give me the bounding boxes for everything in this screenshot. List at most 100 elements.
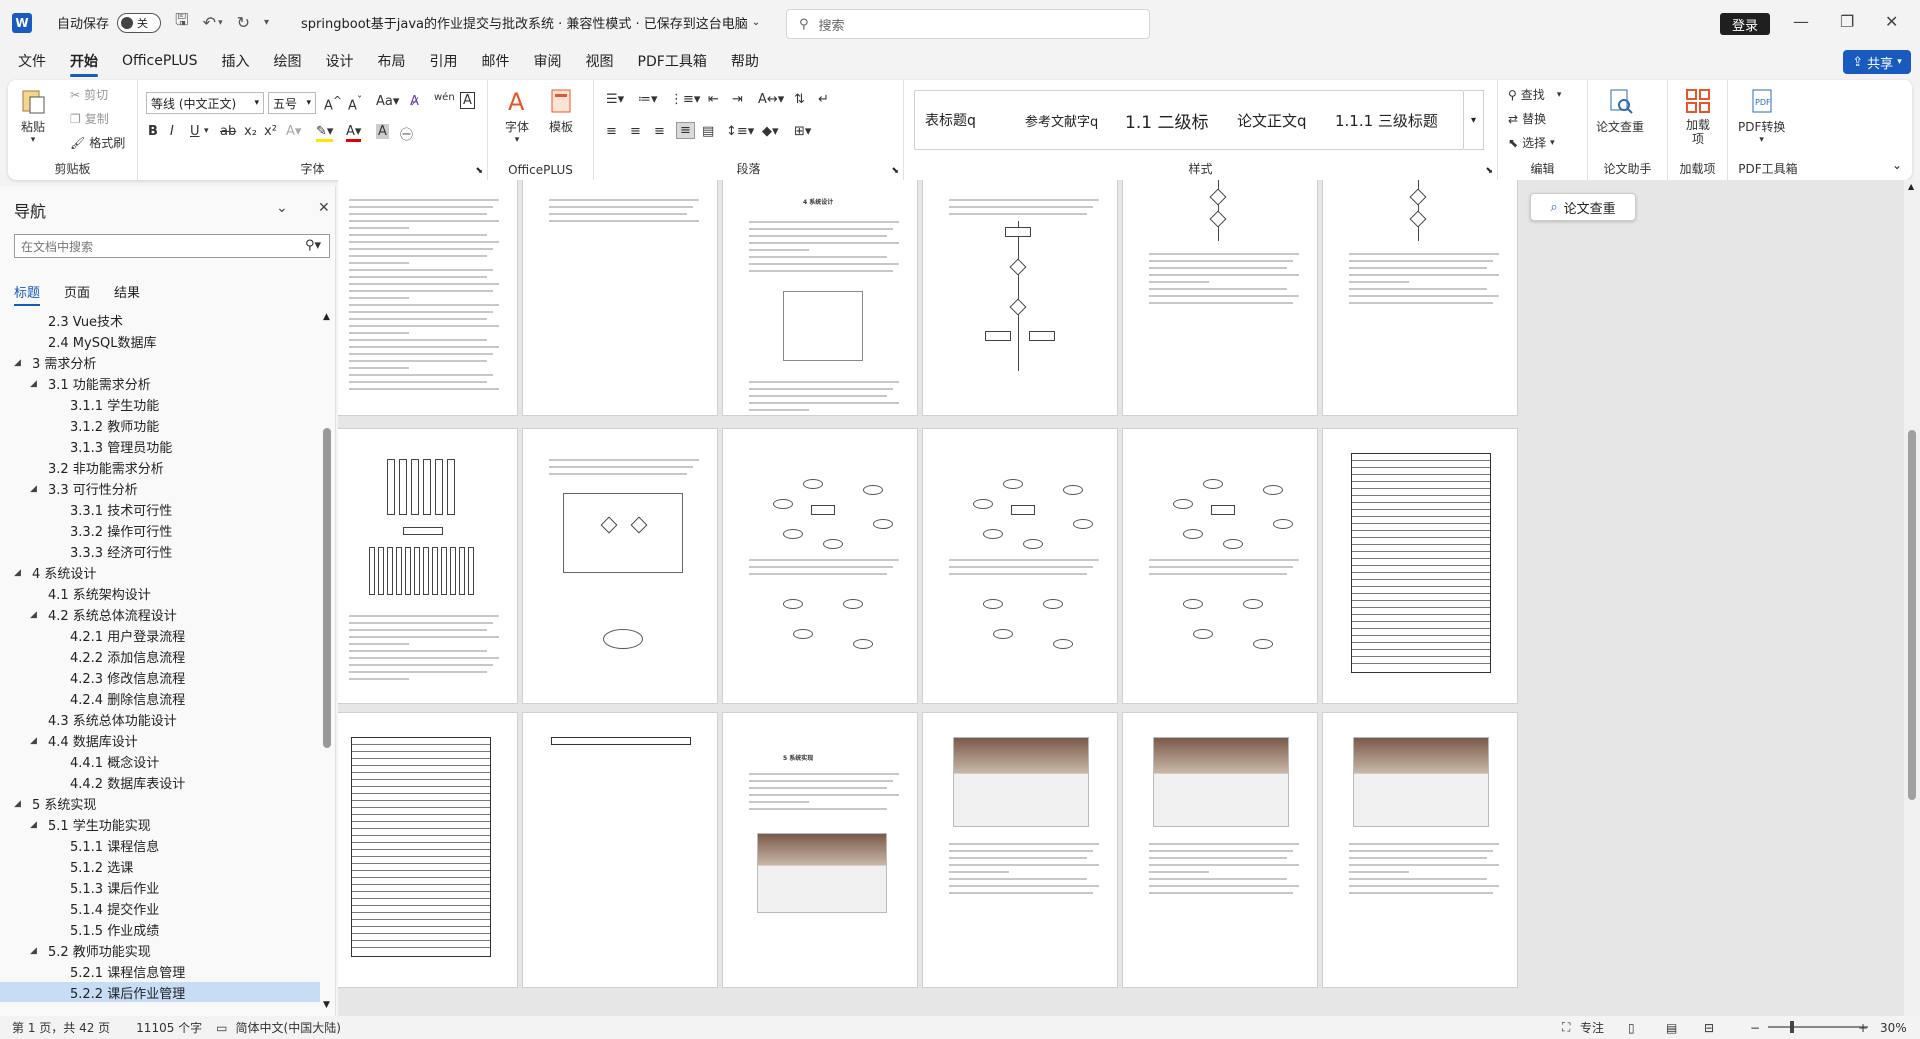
print-layout-icon[interactable]: ▤ (1666, 1021, 1677, 1035)
paste-button[interactable]: 粘贴 ▾ (18, 86, 48, 145)
tab-view[interactable]: 视图 (586, 45, 614, 77)
document-page[interactable] (1322, 712, 1518, 988)
tree-item[interactable]: ◢ 4.2 系统总体流程设计 (0, 604, 320, 625)
tab-design[interactable]: 设计 (326, 45, 354, 77)
align-left-icon[interactable]: ≡ (606, 124, 617, 139)
align-center-icon[interactable]: ≡ (630, 124, 641, 139)
nav-options-icon[interactable]: ⌄ (276, 200, 288, 216)
nav-tab-pages[interactable]: 页面 (64, 282, 90, 306)
customize-toolbar-icon[interactable]: ▾ (264, 17, 269, 28)
document-page[interactable] (922, 180, 1118, 416)
tree-item[interactable]: 3.1.2 教师功能 (0, 415, 320, 436)
tree-item[interactable]: 4.3 系统总体功能设计 (0, 709, 320, 730)
tab-mailings[interactable]: 邮件 (482, 45, 510, 77)
addins-button[interactable]: 加载项 (1682, 86, 1714, 146)
tree-item[interactable]: 3.3.3 经济可行性 (0, 541, 320, 562)
thesis-check-floating-button[interactable]: ⌕ 论文查重 (1530, 193, 1636, 221)
underline-icon[interactable]: U (190, 124, 200, 139)
restore-icon[interactable]: ❐ (1840, 12, 1854, 31)
login-button[interactable]: 登录 (1720, 13, 1770, 35)
tab-home[interactable]: 开始 (70, 45, 98, 77)
char-shading-icon[interactable]: A (376, 124, 389, 139)
expand-caret-icon[interactable]: ◢ (14, 568, 24, 578)
document-scrollbar[interactable]: ▲ (1904, 180, 1920, 1016)
tree-item[interactable]: ◢ 3.3 可行性分析 (0, 478, 320, 499)
increase-indent-icon[interactable]: ⇥ (732, 92, 743, 107)
dialog-launcher-icon[interactable]: ⬊ (475, 166, 483, 176)
font-size-select[interactable]: 五号 ▾ (268, 92, 316, 114)
cut-button[interactable]: ✂ 剪切 (70, 86, 108, 103)
tree-item[interactable]: 5.2.2 课后作业管理 (0, 982, 320, 1002)
justify-icon[interactable]: ≡ (676, 122, 695, 139)
tree-item[interactable]: 4.2.4 删除信息流程 (0, 688, 320, 709)
title-dropdown-icon[interactable]: ⌄ (752, 17, 760, 28)
minimize-icon[interactable]: — (1793, 12, 1809, 31)
document-page[interactable] (1322, 428, 1518, 704)
read-mode-icon[interactable]: ▯ (1628, 1021, 1635, 1035)
style-item[interactable]: 参考文献字q (1015, 91, 1115, 149)
tab-officeplus[interactable]: OfficePLUS (122, 47, 198, 75)
undo-dropdown-icon[interactable]: ▾ (218, 18, 223, 28)
font-color-icon[interactable]: A▾ (346, 124, 362, 142)
nav-close-icon[interactable]: ✕ (318, 200, 330, 216)
document-page[interactable]: 4 系统设计 (722, 180, 918, 416)
proofing-icon[interactable]: ▭ (216, 1021, 227, 1035)
document-title[interactable]: springboot基于java的作业提交与批改系统 · 兼容性模式 · 已保存… (301, 13, 748, 32)
dialog-launcher-icon[interactable]: ⬊ (1485, 166, 1493, 176)
tree-item[interactable]: ◢ 4 系统设计 (0, 562, 320, 583)
font-name-select[interactable]: 等线 (中文正文) ▾ (146, 92, 264, 114)
format-painter-button[interactable]: 🖌 格式刷 (70, 134, 125, 151)
expand-caret-icon[interactable]: ◢ (30, 484, 40, 494)
scroll-down-icon[interactable]: ▼ (323, 1000, 330, 1010)
tree-item[interactable]: 5.1.2 选课 (0, 856, 320, 877)
tree-item[interactable]: ◢ 5.1 学生功能实现 (0, 814, 320, 835)
thesis-check-ribbon-button[interactable]: 论文查重 (1596, 86, 1644, 135)
zoom-knob[interactable] (1790, 1021, 1794, 1033)
nav-tab-results[interactable]: 结果 (114, 282, 140, 306)
zoom-level[interactable]: 30% (1880, 1021, 1907, 1035)
tree-item[interactable]: ◢ 5 系统实现 (0, 793, 320, 814)
tab-file[interactable]: 文件 (18, 45, 46, 77)
tree-item[interactable]: ◢ 5.2 教师功能实现 (0, 940, 320, 961)
tree-item[interactable]: 4.2.2 添加信息流程 (0, 646, 320, 667)
style-item[interactable]: 表标题q (915, 91, 1015, 149)
focus-label[interactable]: 专注 (1580, 1019, 1604, 1036)
highlight-icon[interactable]: ✎▾ (316, 124, 334, 142)
tree-item[interactable]: 4.2.1 用户登录流程 (0, 625, 320, 646)
document-page[interactable] (922, 712, 1118, 988)
tree-item[interactable]: 2.4 MySQL数据库 (0, 331, 320, 352)
document-page[interactable] (1122, 180, 1318, 416)
italic-icon[interactable]: I (170, 124, 174, 139)
document-page[interactable] (338, 712, 518, 988)
show-marks-icon[interactable]: ↵ (818, 92, 829, 107)
share-button[interactable]: ⇪ 共享 ▾ (1843, 50, 1911, 74)
document-page[interactable] (1322, 180, 1518, 416)
document-page[interactable] (522, 712, 718, 988)
tab-layout[interactable]: 布局 (378, 45, 406, 77)
style-item[interactable]: 1.1 二级标 (1115, 91, 1227, 149)
find-button[interactable]: ⚲ 查找 ▾ (1508, 86, 1561, 103)
undo-icon[interactable]: ↶ (203, 13, 216, 32)
tab-insert[interactable]: 插入 (222, 45, 250, 77)
officeplus-template-button[interactable]: 模板 (546, 86, 576, 135)
subscript-icon[interactable]: x₂ (244, 124, 257, 139)
style-item[interactable]: 1.1.1 三级标题 (1325, 91, 1463, 149)
search-input[interactable]: ⚲ 搜索 (786, 9, 1150, 39)
redo-icon[interactable]: ↻ (237, 13, 250, 32)
text-effects-icon[interactable]: A▾ (286, 124, 301, 139)
officeplus-font-button[interactable]: A 字体 ▾ (502, 86, 532, 145)
tree-item[interactable]: 3.3.2 操作可行性 (0, 520, 320, 541)
zoom-out-icon[interactable]: − (1750, 1021, 1760, 1035)
zoom-in-icon[interactable]: + (1858, 1021, 1868, 1035)
document-page[interactable] (922, 428, 1118, 704)
underline-dropdown-icon[interactable]: ▾ (204, 126, 209, 136)
nav-tab-headings[interactable]: 标题 (14, 282, 41, 306)
tree-item[interactable]: 5.1.3 课后作业 (0, 877, 320, 898)
pdf-convert-button[interactable]: PDF PDF转换 ▾ (1738, 86, 1785, 145)
decrease-indent-icon[interactable]: ⇤ (708, 92, 719, 107)
document-page[interactable] (1122, 428, 1318, 704)
save-icon[interactable]: 🖫 (175, 9, 189, 36)
tree-item[interactable]: 4.4.1 概念设计 (0, 751, 320, 772)
document-scroll-thumb[interactable] (1908, 430, 1916, 800)
tree-item[interactable]: ◢ 3 需求分析 (0, 352, 320, 373)
